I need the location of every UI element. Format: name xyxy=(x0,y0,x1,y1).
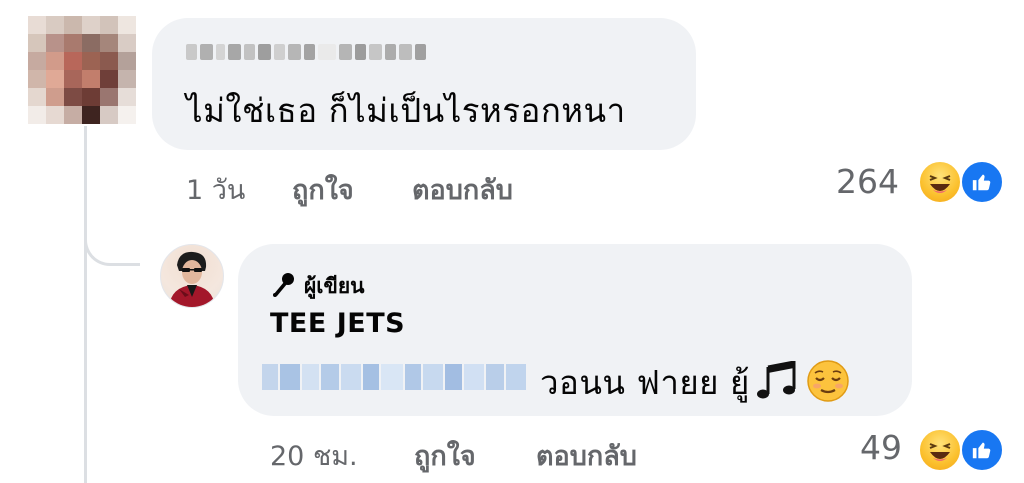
comment-timestamp[interactable]: 1 วัน xyxy=(186,168,245,211)
comment-like-button[interactable]: ถูกใจ xyxy=(292,168,354,211)
author-avatar[interactable] xyxy=(160,244,224,308)
reply-timestamp[interactable]: 20 ชม. xyxy=(270,434,358,477)
mentioned-name-redacted[interactable] xyxy=(262,362,526,392)
relieved-face-icon xyxy=(806,359,850,407)
author-badge-row: ผู้เขียน xyxy=(270,270,365,303)
reply-like-button[interactable]: ถูกใจ xyxy=(414,434,476,477)
comment-reaction-count[interactable]: 264 xyxy=(836,162,899,201)
reply-reaction-count[interactable]: 49 xyxy=(860,428,902,467)
haha-icon xyxy=(918,160,962,204)
reply-text-row: วอนน ฟายย ยู้ xyxy=(540,356,850,409)
comment-text: ไม่ใช่เธอ ก็ไม่เป็นไรหรอกหนา xyxy=(186,91,626,130)
reply-text: วอนน ฟายย ยู้ xyxy=(540,363,750,402)
haha-icon xyxy=(918,428,962,472)
like-icon xyxy=(960,160,1004,204)
reply-author-name[interactable]: TEE JETS xyxy=(270,308,405,339)
reply-reply-button[interactable]: ตอบกลับ xyxy=(536,434,637,477)
commenter-avatar[interactable] xyxy=(28,16,136,124)
comment-reply-button[interactable]: ตอบกลับ xyxy=(412,168,513,211)
thread-line xyxy=(84,126,87,483)
like-icon xyxy=(960,428,1004,472)
commenter-name-redacted[interactable] xyxy=(186,38,426,66)
microphone-icon xyxy=(270,272,296,302)
thread-connector xyxy=(84,200,140,266)
music-notes-icon xyxy=(756,359,800,405)
author-badge-label: ผู้เขียน xyxy=(304,274,365,298)
